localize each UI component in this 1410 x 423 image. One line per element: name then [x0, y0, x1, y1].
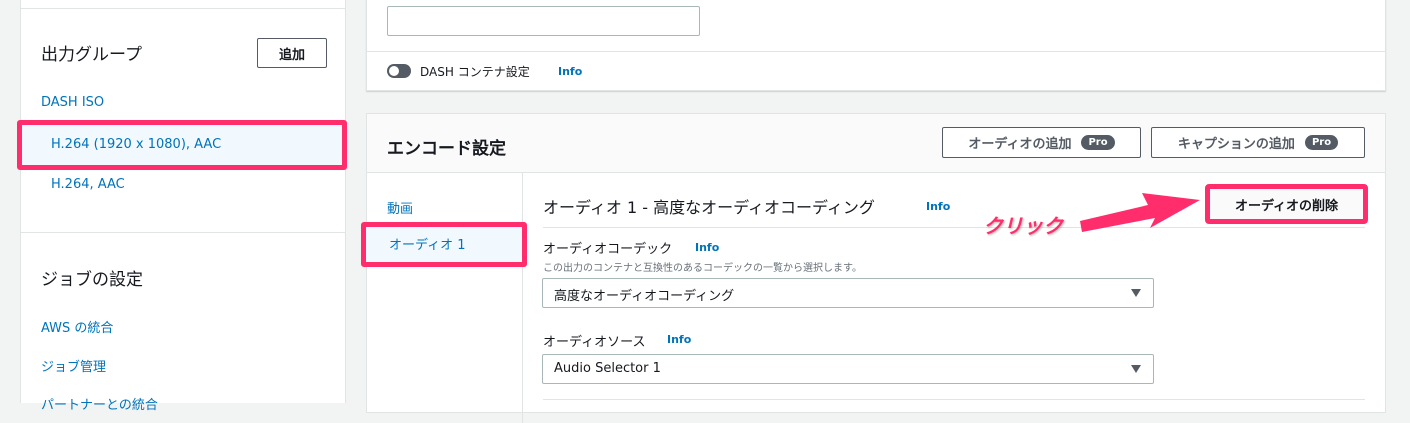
info-link[interactable]: Info: [667, 333, 691, 346]
text-input[interactable]: [387, 6, 700, 36]
job-item-aws-integration[interactable]: AWS の統合: [41, 317, 113, 336]
tab-audio-1[interactable]: オーディオ 1: [389, 234, 466, 253]
output-item-h264-1080[interactable]: H.264 (1920 x 1080), AAC: [51, 137, 221, 152]
audio-codec-label: オーディオコーデック: [543, 242, 673, 257]
add-audio-label: オーディオの追加: [968, 137, 1072, 152]
info-link[interactable]: Info: [926, 200, 950, 213]
caret-down-icon: [1131, 289, 1141, 297]
info-link[interactable]: Info: [695, 241, 719, 254]
left-panel: 出力グループ 追加 DASH ISO H.264 (1920 x 1080), …: [17, 0, 347, 413]
add-output-group-button[interactable]: 追加: [257, 38, 327, 68]
audio-source-label: オーディオソース: [543, 335, 646, 350]
audio-source-value: Audio Selector 1: [554, 361, 661, 376]
arrow-annotation-icon: [1080, 193, 1200, 232]
add-audio-button[interactable]: オーディオの追加 Pro: [942, 127, 1141, 158]
pro-badge: Pro: [1304, 135, 1339, 150]
click-annotation-label: クリック: [983, 214, 1063, 238]
audio-source-select[interactable]: Audio Selector 1: [542, 354, 1154, 384]
audio-codec-select[interactable]: 高度なオーディオコーディング: [542, 278, 1154, 308]
info-link[interactable]: Info: [558, 65, 582, 78]
job-settings-title: ジョブの設定: [41, 270, 143, 290]
add-caption-label: キャプションの追加: [1177, 137, 1295, 152]
audio-codec-value: 高度なオーディオコーディング: [554, 289, 735, 304]
encode-settings-title: エンコード設定: [387, 139, 506, 159]
container-settings-card: DASH コンテナ設定 Info: [366, 0, 1386, 91]
output-group-dash-iso[interactable]: DASH ISO: [41, 95, 104, 110]
job-item-partner-integration[interactable]: パートナーとの統合: [41, 394, 158, 413]
output-item-h264[interactable]: H.264, AAC: [51, 177, 125, 192]
output-groups-title: 出力グループ: [41, 45, 142, 65]
job-item-job-management[interactable]: ジョブ管理: [41, 356, 106, 375]
audio-section-title: オーディオ 1 - 高度なオーディオコーディング: [543, 198, 875, 217]
caret-down-icon: [1131, 365, 1141, 373]
tab-video[interactable]: 動画: [387, 198, 413, 217]
dash-container-label: DASH コンテナ設定: [420, 65, 530, 79]
pro-badge: Pro: [1081, 135, 1115, 150]
audio-codec-description: この出力のコンテナと互換性のあるコーデックの一覧から選択します。: [543, 263, 862, 274]
dash-container-toggle[interactable]: [387, 64, 411, 78]
remove-audio-button[interactable]: オーディオの削除: [1210, 189, 1363, 219]
add-caption-button[interactable]: キャプションの追加 Pro: [1151, 127, 1365, 158]
